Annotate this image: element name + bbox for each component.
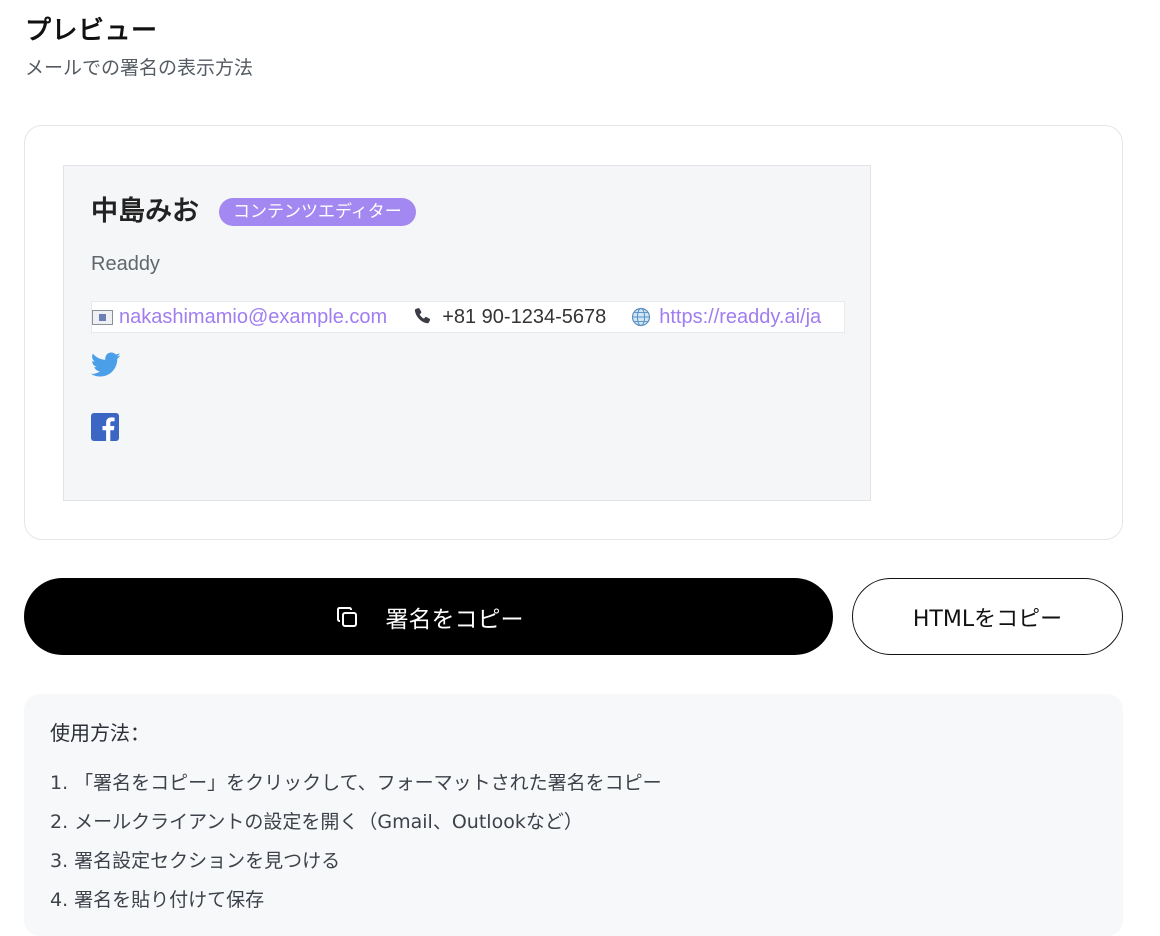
copy-html-button[interactable]: HTMLをコピー (852, 578, 1123, 655)
instructions-list: 1. 「署名をコピー」をクリックして、フォーマットされた署名をコピー 2. メー… (50, 764, 662, 920)
signature-name-row: 中島みお コンテンツエディター (91, 194, 416, 230)
page-title: プレビュー (25, 16, 158, 46)
instruction-step: 3. 署名設定セクションを見つける (50, 850, 341, 872)
instructions-panel: 使用方法： 1. 「署名をコピー」をクリックして、フォーマットされた署名をコピー… (24, 694, 1123, 936)
preview-card: 中島みお コンテンツエディター Readdy nakashimamio@exam… (24, 125, 1123, 540)
globe-icon (632, 307, 651, 327)
page-subtitle: メールでの署名の表示方法 (25, 57, 254, 79)
role-badge: コンテンツエディター (219, 198, 416, 226)
instructions-title: 使用方法： (50, 721, 150, 745)
copy-signature-label: 署名をコピー (385, 606, 524, 633)
instruction-step: 2. メールクライアントの設定を開く（Gmail、Outlookなど） (50, 811, 583, 833)
contact-website[interactable]: https://readdy.ai/ja (631, 306, 821, 329)
signature-company: Readdy (91, 253, 160, 275)
website-link[interactable]: https://readdy.ai/ja (659, 306, 821, 329)
contact-row: nakashimamio@example.com +81 90-1234-567… (91, 301, 845, 333)
signature-preview: 中島みお コンテンツエディター Readdy nakashimamio@exam… (63, 165, 871, 501)
mail-icon (92, 309, 113, 325)
contact-phone: +81 90-1234-5678 (412, 306, 606, 329)
phone-icon (415, 308, 431, 324)
instruction-step: 4. 署名を貼り付けて保存 (50, 889, 265, 911)
copy-signature-button[interactable]: 署名をコピー (24, 578, 833, 655)
instruction-step: 1. 「署名をコピー」をクリックして、フォーマットされた署名をコピー (50, 772, 662, 794)
contact-email[interactable]: nakashimamio@example.com (92, 306, 387, 329)
twitter-icon[interactable] (91, 352, 121, 378)
copy-html-label: HTMLをコピー (912, 606, 1063, 632)
phone-number: +81 90-1234-5678 (442, 305, 607, 328)
email-link[interactable]: nakashimamio@example.com (119, 306, 387, 329)
facebook-icon[interactable] (91, 413, 119, 441)
signature-name: 中島みお (91, 196, 199, 227)
copy-icon (336, 606, 357, 627)
preview-header: プレビュー メールでの署名の表示方法 (25, 14, 253, 82)
